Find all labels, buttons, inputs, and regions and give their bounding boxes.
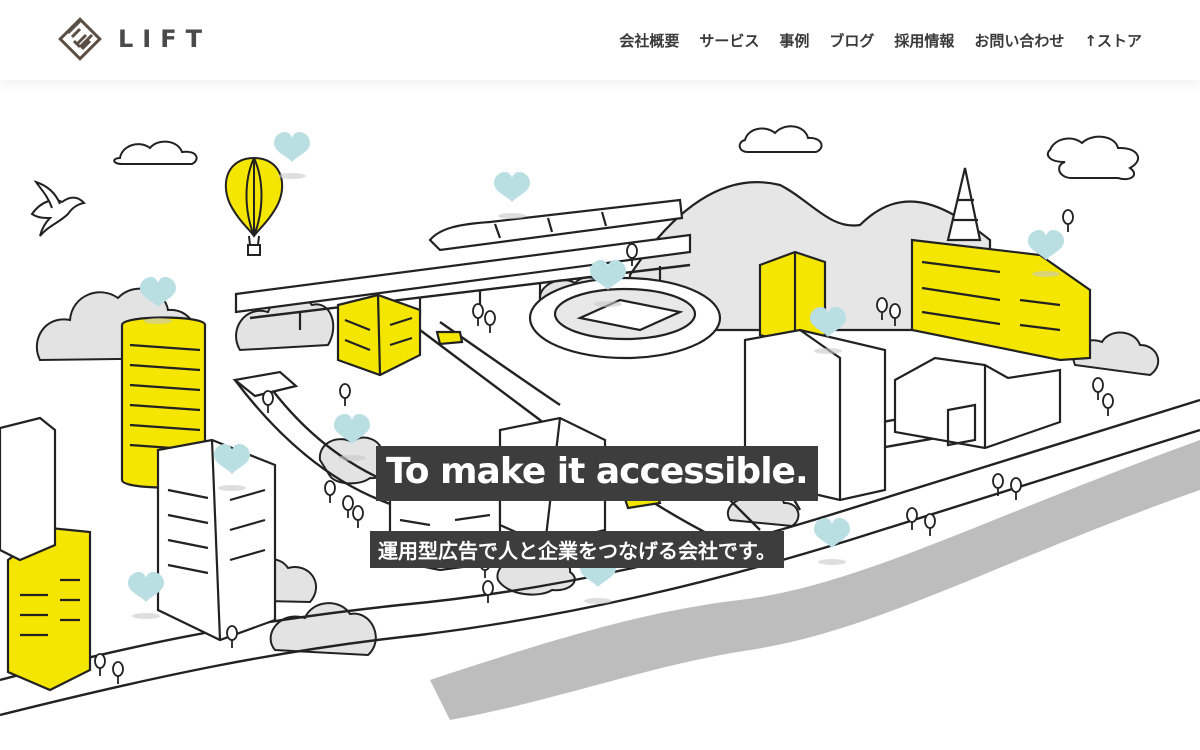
nav-item-contact[interactable]: お問い合わせ <box>974 30 1064 51</box>
main-nav: 会社概要 サービス 事例 ブログ 採用情報 お問い合わせ ↑ストア <box>619 30 1142 51</box>
bird-icon <box>30 180 86 237</box>
hot-air-balloon-icon <box>225 156 283 256</box>
nav-item-services[interactable]: サービス <box>699 30 759 51</box>
stadium <box>528 276 722 360</box>
brand-name: LIFT <box>118 25 211 53</box>
city-illustration <box>0 125 1200 720</box>
hero-title: To make it accessible. <box>376 446 818 501</box>
site-header: LIFT 会社概要 サービス 事例 ブログ 採用情報 お問い合わせ ↑ストア <box>0 0 1200 80</box>
nav-item-blog[interactable]: ブログ <box>829 30 874 51</box>
nav-item-company[interactable]: 会社概要 <box>619 30 679 51</box>
nav-item-cases[interactable]: 事例 <box>779 30 809 51</box>
logo-link[interactable]: LIFT <box>56 15 211 63</box>
hero-section: To make it accessible. 運用型広告で人と企業をつなげる会社… <box>0 80 1200 750</box>
hero-subtitle: 運用型広告で人と企業をつなげる会社です。 <box>370 531 784 568</box>
nav-item-store[interactable]: ↑ストア <box>1084 30 1142 51</box>
nav-item-recruit[interactable]: 採用情報 <box>894 30 954 51</box>
logo-mark-icon <box>58 17 102 61</box>
